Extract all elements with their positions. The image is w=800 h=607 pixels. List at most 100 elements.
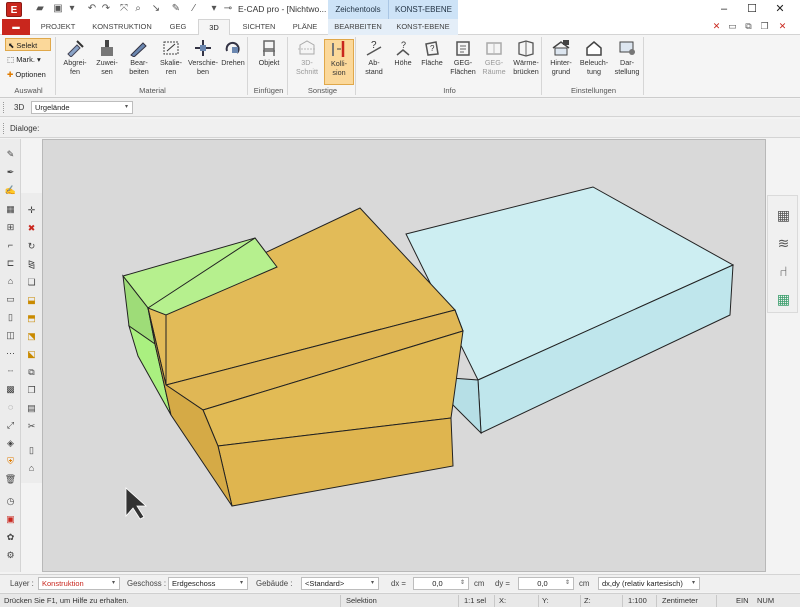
restore-doc-icon[interactable]: ❐ bbox=[758, 20, 771, 33]
gear-icon[interactable]: ⚙ bbox=[3, 548, 18, 562]
copy-icon[interactable]: ❏ bbox=[24, 275, 39, 289]
mark-button[interactable]: ⬚ Mark. ▾ bbox=[5, 53, 51, 66]
roof-icon[interactable]: ⌂ bbox=[3, 274, 18, 288]
dropdown-arrow-icon[interactable]: ▾ bbox=[66, 3, 78, 15]
delete-icon[interactable]: ✖ bbox=[24, 221, 39, 235]
3d-viewport[interactable] bbox=[42, 139, 766, 572]
waermebruecken-button[interactable]: Wärme- brücken bbox=[510, 39, 542, 85]
close-button[interactable]: ✕ bbox=[766, 1, 794, 18]
flaeche-button[interactable]: ? Fläche bbox=[418, 39, 446, 85]
calculator-icon[interactable]: ▦ bbox=[774, 206, 793, 225]
grip-handle[interactable] bbox=[3, 102, 6, 113]
tab-konstruktion[interactable]: KONSTRUKTION bbox=[88, 19, 156, 35]
darstellung-button[interactable]: Dar- stellung bbox=[612, 39, 642, 85]
rotate-icon[interactable]: ↻ bbox=[24, 239, 39, 253]
geschoss-select[interactable]: Erdgeschoss ▾ bbox=[168, 577, 248, 590]
measure-icon[interactable]: ↘ bbox=[150, 3, 162, 15]
paste-icon[interactable]: ❐ bbox=[24, 383, 39, 397]
zoom-icon[interactable]: ⌕ bbox=[132, 3, 144, 15]
spinner-icon[interactable]: ⇕ bbox=[563, 578, 572, 589]
geg-flaechen-button[interactable]: GEG- Flächen bbox=[448, 39, 478, 85]
grid-icon[interactable]: ▩ bbox=[3, 382, 18, 396]
door-icon[interactable]: ⌐ bbox=[3, 238, 18, 252]
scale-icon[interactable]: ⬓ bbox=[24, 293, 39, 307]
mirror-icon[interactable]: ⧎ bbox=[24, 257, 39, 271]
beleuchtung-button[interactable]: Beleuch- tung bbox=[578, 39, 610, 85]
house-page-icon[interactable]: ⌂ bbox=[24, 461, 39, 475]
color-palette-icon[interactable]: ▦ bbox=[774, 290, 793, 309]
abgreifen-button[interactable]: Abgrei- fen bbox=[60, 39, 90, 85]
monitor-icon[interactable]: ▣ bbox=[3, 512, 18, 526]
undo-icon[interactable]: ↶ bbox=[86, 3, 98, 15]
redo-icon[interactable]: ↷ bbox=[100, 3, 112, 15]
window-icon[interactable]: ⊞ bbox=[3, 220, 18, 234]
brush-icon[interactable]: ⁄ bbox=[188, 3, 200, 15]
stair-icon[interactable]: ⊏ bbox=[3, 256, 18, 270]
window-list-icon[interactable]: ▭ bbox=[726, 20, 739, 33]
customize-icon[interactable]: ▾ bbox=[208, 3, 220, 15]
status-unit[interactable]: Zentimeter bbox=[662, 596, 698, 605]
minimize-button[interactable]: – bbox=[710, 1, 738, 18]
page-icon[interactable]: ▯ bbox=[24, 443, 39, 457]
3d-schnitt-button[interactable]: 3D- Schnitt bbox=[292, 39, 322, 85]
open-folder-icon[interactable]: ▰ bbox=[34, 3, 46, 15]
hoehe-button[interactable]: ? Höhe bbox=[390, 39, 416, 85]
bearbeiten-button[interactable]: Bear- beiten bbox=[124, 39, 154, 85]
tab-3d[interactable]: 3D bbox=[198, 19, 230, 35]
zuweisen-button[interactable]: Zuwei- sen bbox=[92, 39, 122, 85]
scissors-icon[interactable]: ✂ bbox=[24, 419, 39, 433]
close-doc-icon[interactable]: ✕ bbox=[776, 20, 789, 33]
layer-select[interactable]: Konstruktion ▾ bbox=[38, 577, 120, 590]
pencil-icon[interactable]: ✎ bbox=[3, 147, 18, 161]
paint-icon[interactable]: ✿ bbox=[3, 530, 18, 544]
skalieren-button[interactable]: Skalie- ren bbox=[156, 39, 186, 85]
geg-raeume-button[interactable]: GEG- Räume bbox=[480, 39, 508, 85]
trim-icon[interactable]: ⬔ bbox=[24, 329, 39, 343]
verschieben-button[interactable]: Verschie- ben bbox=[188, 39, 218, 85]
drehen-button[interactable]: Drehen bbox=[218, 39, 248, 85]
move-icon[interactable]: ✛ bbox=[24, 203, 39, 217]
tab-projekt[interactable]: PROJEKT bbox=[34, 19, 82, 35]
line-icon[interactable]: ┈ bbox=[3, 364, 18, 378]
clock-icon[interactable]: ◷ bbox=[3, 494, 18, 508]
app-logo[interactable]: E bbox=[6, 2, 22, 17]
chair-icon[interactable]: ⑁ bbox=[774, 262, 793, 281]
save-icon[interactable]: ▣ bbox=[52, 3, 64, 15]
trash-icon[interactable]: 🗑 bbox=[3, 472, 18, 486]
opening-icon[interactable]: ◫ bbox=[3, 328, 18, 342]
selekt-button[interactable]: ⬉ Selekt bbox=[5, 38, 51, 51]
pen-icon[interactable]: ✒ bbox=[3, 165, 18, 179]
tile-windows-icon[interactable]: ⧉ bbox=[742, 20, 755, 33]
expand-icon[interactable]: ⤢ bbox=[3, 418, 18, 432]
status-scale[interactable]: 1:100 bbox=[628, 596, 647, 605]
dy-input[interactable]: 0,0 ⇕ bbox=[518, 577, 574, 590]
dots-icon[interactable]: ⋯ bbox=[3, 346, 18, 360]
file-menu-button[interactable]: ▬ bbox=[2, 19, 30, 35]
optionen-button[interactable]: ✚ Optionen bbox=[5, 68, 55, 81]
wall-icon[interactable]: ▦ bbox=[3, 202, 18, 216]
pin-icon[interactable]: ⊸ bbox=[222, 3, 234, 15]
tab-sichten[interactable]: SICHTEN bbox=[236, 19, 282, 35]
objekt-button[interactable]: Objekt bbox=[253, 39, 285, 85]
tools-icon[interactable]: ✕ bbox=[710, 20, 723, 33]
grip-handle[interactable] bbox=[3, 123, 6, 134]
hintergrund-button[interactable]: Hinter- grund bbox=[546, 39, 576, 85]
tab-konst-ebene[interactable]: KONST-EBENE bbox=[388, 19, 458, 35]
tab-bearbeiten[interactable]: BEARBEITEN bbox=[328, 19, 388, 35]
pen-quick-icon[interactable]: ✎ bbox=[170, 3, 182, 15]
beam-icon[interactable]: ▭ bbox=[3, 292, 18, 306]
extend-icon[interactable]: ⬕ bbox=[24, 347, 39, 361]
column-icon[interactable]: ▯ bbox=[3, 310, 18, 324]
shield-icon[interactable]: ⛨ bbox=[3, 454, 18, 468]
maximize-button[interactable]: ☐ bbox=[738, 1, 766, 18]
tab-plaene[interactable]: PLÄNE bbox=[286, 19, 324, 35]
layers-icon[interactable]: ◈ bbox=[3, 436, 18, 450]
gebaeude-select[interactable]: <Standard> ▾ bbox=[301, 577, 379, 590]
zoom-extents-icon[interactable]: ⤧ bbox=[118, 3, 130, 15]
3d-layer-select[interactable]: Urgelände ▾ bbox=[31, 101, 133, 114]
fill-icon[interactable]: ◌ bbox=[3, 400, 18, 414]
coord-mode-select[interactable]: dx,dy (relativ kartesisch) ▾ bbox=[598, 577, 700, 590]
dx-input[interactable]: 0,0 ⇕ bbox=[413, 577, 469, 590]
abstand-button[interactable]: ? Ab- stand bbox=[360, 39, 388, 85]
stretch-icon[interactable]: ⬒ bbox=[24, 311, 39, 325]
